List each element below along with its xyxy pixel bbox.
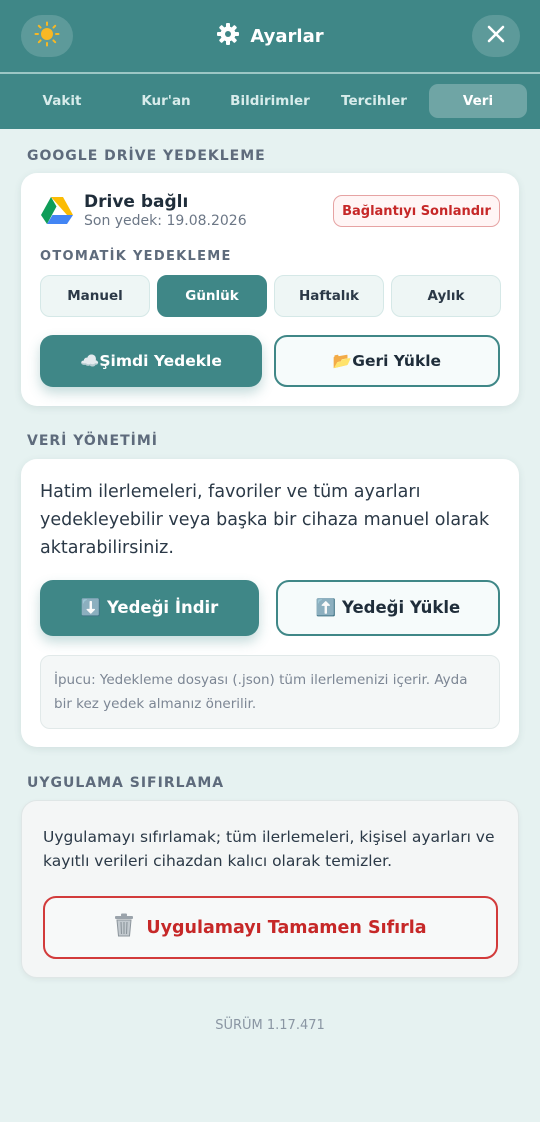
reset-section-title: UYGULAMA SIFIRLAMA	[27, 775, 225, 791]
drive-section-title: GOOGLE DRİVE YEDEKLEME	[27, 148, 266, 164]
trash-icon	[114, 913, 134, 942]
page-title-text: Ayarlar	[250, 26, 324, 47]
drive-card: Drive bağlı Son yedek: 19.08.2026 Bağlan…	[21, 173, 519, 406]
last-backup-date: Son yedek: 19.08.2026	[84, 213, 247, 229]
tab-vakit[interactable]: Vakit	[13, 84, 111, 118]
tab-tercihler[interactable]: Tercihler	[325, 84, 423, 118]
app-header: Ayarlar	[0, 0, 540, 74]
tab-bildirimler[interactable]: Bildirimler	[221, 84, 319, 118]
tab-kuran[interactable]: Kur'an	[117, 84, 215, 118]
reset-app-button[interactable]: Uygulamayı Tamamen Sıfırla	[43, 896, 498, 959]
backup-tip: İpucu: Yedekleme dosyası (.json) tüm ile…	[40, 655, 500, 729]
disconnect-drive-button[interactable]: Bağlantıyı Sonlandır	[333, 195, 500, 227]
reset-button-label: Uygulamayı Tamamen Sıfırla	[146, 917, 427, 938]
frequency-gunluk[interactable]: Günlük	[157, 275, 267, 317]
reset-description: Uygulamayı sıfırlamak; tüm ilerlemeleri,…	[43, 828, 495, 870]
frequency-manuel[interactable]: Manuel	[40, 275, 150, 317]
gear-icon	[216, 22, 240, 51]
close-icon	[486, 24, 506, 48]
page-title: Ayarlar	[0, 22, 540, 51]
download-backup-button[interactable]: ⬇️ Yedeği İndir	[40, 580, 259, 636]
frequency-haftalik[interactable]: Haftalık	[274, 275, 384, 317]
data-management-title: VERİ YÖNETİMİ	[27, 433, 158, 449]
frequency-aylik[interactable]: Aylık	[391, 275, 501, 317]
close-button[interactable]	[472, 15, 520, 57]
reset-card: Uygulamayı sıfırlamak; tüm ilerlemeleri,…	[21, 800, 519, 978]
restore-button[interactable]: 📂Geri Yükle	[274, 335, 500, 387]
upload-backup-button[interactable]: ⬆️ Yedeği Yükle	[276, 580, 500, 636]
auto-backup-title: OTOMATİK YEDEKLEME	[40, 249, 232, 264]
data-management-description: Hatim ilerlemeleri, favoriler ve tüm aya…	[40, 482, 490, 558]
backup-now-button[interactable]: ☁️Şimdi Yedekle	[40, 335, 262, 387]
tab-veri[interactable]: Veri	[429, 84, 527, 118]
app-version: SÜRÜM 1.17.471	[215, 1018, 325, 1033]
google-drive-icon	[40, 196, 74, 230]
settings-tabs: Vakit Kur'an Bildirimler Tercihler Veri	[0, 74, 540, 129]
drive-status: Drive bağlı	[84, 192, 189, 212]
data-management-card: Hatim ilerlemeleri, favoriler ve tüm aya…	[21, 459, 519, 747]
